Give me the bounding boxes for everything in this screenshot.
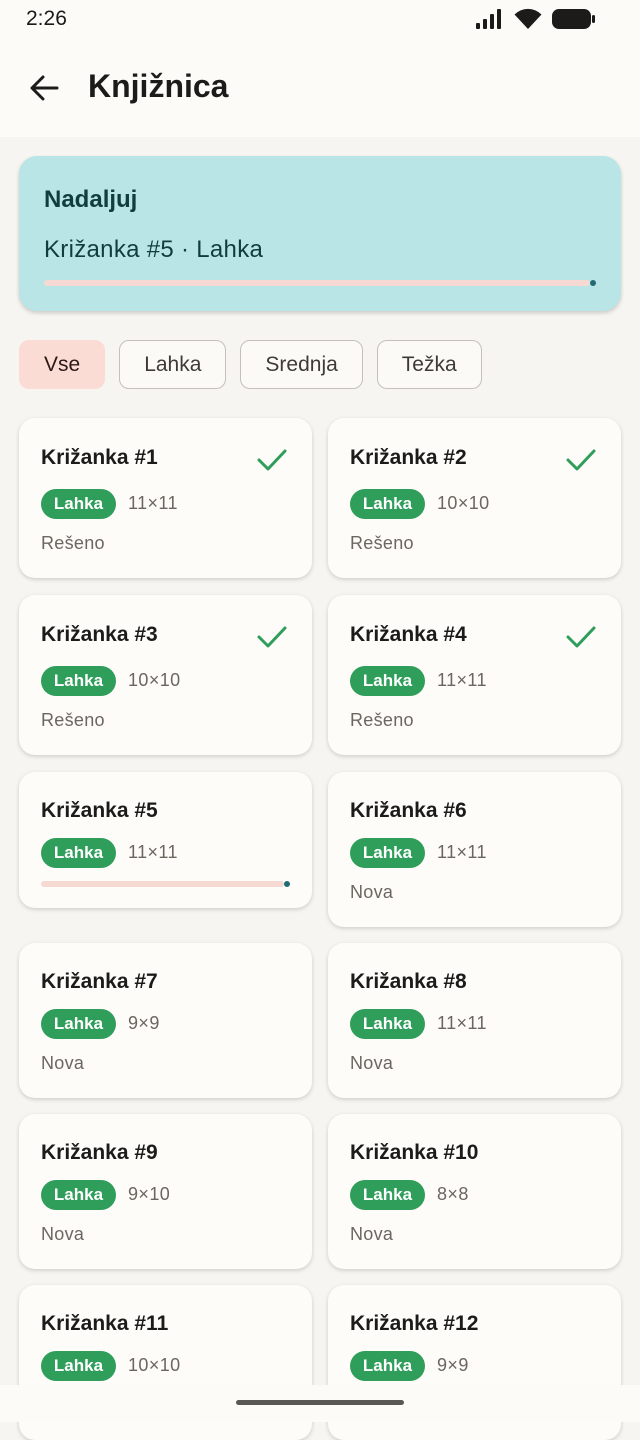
puzzle-status: Nova [350,1053,394,1073]
puzzle-progress-indicator [284,881,290,887]
difficulty-filter: Vse Lahka Srednja Težka [19,340,482,389]
puzzle-card[interactable]: Križanka #10 Lahka 8×8 Nova [328,1114,621,1269]
continue-card[interactable]: Nadaljuj Križanka #5 · Lahka [19,156,621,311]
grid-size: 10×10 [437,493,490,513]
puzzle-card[interactable]: Križanka #1 Lahka 11×11 Rešeno [19,418,312,578]
grid-size: 9×9 [128,1013,160,1033]
puzzle-title: Križanka #6 [350,799,467,822]
puzzle-card[interactable]: Križanka #4 Lahka 11×11 Rešeno [328,595,621,755]
difficulty-badge: Lahka [41,1351,116,1381]
puzzle-status: Nova [41,1224,85,1244]
grid-size: 11×11 [437,670,487,690]
puzzle-card[interactable]: Križanka #9 Lahka 9×10 Nova [19,1114,312,1269]
grid-size: 11×11 [128,493,178,513]
signal-icon [476,9,501,29]
continue-progress-track [44,280,590,286]
difficulty-badge: Lahka [350,1009,425,1039]
puzzle-title: Križanka #9 [41,1141,158,1164]
puzzle-status: Rešeno [350,710,414,730]
puzzle-status: Rešeno [350,533,414,553]
puzzle-card[interactable]: Križanka #7 Lahka 9×9 Nova [19,943,312,1098]
puzzle-title: Križanka #1 [41,446,158,469]
difficulty-badge: Lahka [41,489,116,519]
home-indicator[interactable] [236,1400,404,1405]
grid-size: 9×10 [128,1184,171,1204]
difficulty-badge: Lahka [41,838,116,868]
continue-title: Nadaljuj [44,186,138,213]
grid-size: 11×11 [437,842,487,862]
wifi-icon [514,8,542,29]
difficulty-badge: Lahka [41,1009,116,1039]
puzzle-status: Rešeno [41,533,105,553]
filter-chip-hard[interactable]: Težka [376,340,482,389]
difficulty-badge: Lahka [350,489,425,519]
app-bar: Knjižnica [0,40,640,137]
puzzle-card[interactable]: Križanka #2 Lahka 10×10 Rešeno [328,418,621,578]
puzzle-status: Nova [41,1053,85,1073]
check-icon [566,626,596,648]
battery-icon [552,9,595,29]
grid-size: 11×11 [128,842,178,862]
difficulty-badge: Lahka [350,1351,425,1381]
back-button[interactable] [20,68,68,108]
grid-size: 11×11 [437,1013,487,1033]
page-title: Knjižnica [88,68,229,104]
difficulty-badge: Lahka [350,1180,425,1210]
difficulty-badge: Lahka [41,1180,116,1210]
puzzle-card[interactable]: Križanka #5 Lahka 11×11 [19,772,312,908]
grid-size: 8×8 [437,1184,469,1204]
check-icon [257,449,287,471]
difficulty-badge: Lahka [350,666,425,696]
puzzle-card[interactable]: Križanka #6 Lahka 11×11 Nova [328,772,621,927]
puzzle-title: Križanka #7 [41,970,158,993]
puzzle-status: Rešeno [41,710,105,730]
puzzle-title: Križanka #10 [350,1141,479,1164]
check-icon [257,626,287,648]
puzzle-title: Križanka #5 [41,799,158,822]
filter-chip-all[interactable]: Vse [19,340,106,389]
puzzle-title: Križanka #8 [350,970,467,993]
filter-chip-medium[interactable]: Srednja [240,340,363,389]
puzzle-title: Križanka #12 [350,1312,479,1335]
grid-size: 10×10 [128,1355,181,1375]
continue-subtitle: Križanka #5 · Lahka [44,236,264,263]
arrow-left-icon [30,75,59,101]
puzzle-title: Križanka #4 [350,623,467,646]
status-time: 2:26 [26,7,67,30]
puzzle-status: Nova [350,1224,394,1244]
puzzle-card[interactable]: Križanka #3 Lahka 10×10 Rešeno [19,595,312,755]
puzzle-title: Križanka #3 [41,623,158,646]
difficulty-badge: Lahka [41,666,116,696]
grid-size: 10×10 [128,670,181,690]
puzzle-status: Nova [350,882,394,902]
difficulty-badge: Lahka [350,838,425,868]
check-icon [566,449,596,471]
status-bar: 2:26 [0,0,640,40]
status-icons [476,8,596,30]
puzzle-progress-track [41,881,284,887]
navigation-bar [0,1385,640,1422]
filter-chip-easy[interactable]: Lahka [119,340,227,389]
puzzle-card[interactable]: Križanka #8 Lahka 11×11 Nova [328,943,621,1098]
puzzle-title: Križanka #11 [41,1312,169,1335]
puzzle-title: Križanka #2 [350,446,467,469]
grid-size: 9×9 [437,1355,469,1375]
continue-progress-indicator [590,280,596,286]
